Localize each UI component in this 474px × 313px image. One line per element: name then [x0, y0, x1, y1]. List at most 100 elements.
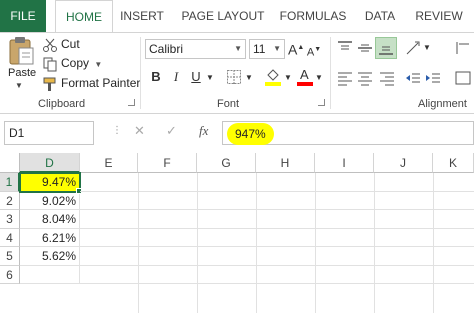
paste-icon[interactable] [8, 36, 36, 66]
borders-button[interactable] [226, 69, 242, 85]
row-header-4[interactable]: 4 [0, 229, 20, 247]
row-header-3[interactable]: 3 [0, 210, 20, 229]
cancel-entry-button[interactable]: ✕ [134, 123, 145, 139]
italic-button[interactable]: I [168, 68, 184, 86]
font-color-button[interactable]: A [296, 66, 314, 86]
column-header-d[interactable]: D [20, 153, 80, 173]
cut-label: Cut [61, 37, 80, 51]
confirm-entry-button[interactable]: ✓ [166, 123, 177, 139]
shrink-font-button[interactable]: A▼ [306, 41, 322, 59]
align-left-button[interactable] [336, 69, 354, 87]
tab-home[interactable]: HOME [55, 0, 113, 33]
brush-icon [42, 76, 58, 92]
increase-indent-button[interactable] [424, 69, 442, 87]
tab-data[interactable]: DATA [358, 0, 402, 32]
borders-dropdown-arrow-icon[interactable]: ▼ [244, 69, 254, 87]
cell-d4[interactable]: 6.21% [20, 229, 80, 247]
formula-bar-grip-icon[interactable]: ⋮ [112, 125, 122, 136]
fill-color-button[interactable] [264, 66, 282, 86]
insert-function-button[interactable]: fx [199, 123, 208, 139]
font-group-label: Font [217, 98, 240, 110]
font-name-value: Calibri [149, 42, 184, 56]
font-name-select[interactable]: Calibri ▼ [145, 39, 246, 59]
column-header-f[interactable]: F [138, 153, 197, 173]
cell-d6[interactable] [20, 266, 80, 284]
column-header-i[interactable]: I [315, 153, 374, 173]
chevron-down-icon: ▼ [234, 44, 242, 53]
column-header-h[interactable]: H [256, 153, 315, 173]
ribbon-tab-bar: FILE HOME INSERT PAGE LAYOUT FORMULAS DA… [0, 0, 474, 33]
underline-button[interactable]: U [188, 68, 204, 86]
wrap-text-button[interactable] [454, 39, 472, 57]
formula-bar: D1 ⋮ ✕ ✓ fx 947% [0, 117, 474, 149]
merge-center-icon [455, 71, 471, 85]
clipboard-group-label: Clipboard [38, 98, 86, 110]
top-align-button[interactable] [336, 39, 354, 57]
formula-input[interactable]: 947% [222, 121, 474, 145]
font-color-icon: A [297, 67, 313, 86]
wrap-text-icon [456, 42, 469, 54]
middle-align-icon [358, 44, 372, 52]
tab-review[interactable]: REVIEW [410, 0, 468, 32]
ribbon-group-divider [140, 37, 141, 109]
font-size-select[interactable]: 11 ▼ [249, 39, 285, 59]
worksheet-grid: D E F G H I J K 1 2 3 4 5 6 9.47% 9.02% … [0, 153, 474, 313]
cell-d1[interactable]: 9.47% [19, 172, 81, 193]
cut-button[interactable]: Cut [42, 35, 80, 53]
ribbon-group-divider [330, 37, 331, 109]
name-box[interactable]: D1 [4, 121, 94, 145]
bottom-align-icon [379, 46, 393, 55]
column-header-g[interactable]: G [197, 153, 256, 173]
column-header-k[interactable]: K [433, 153, 474, 173]
cell-d2[interactable]: 9.02% [20, 192, 80, 210]
fill-color-dropdown-arrow-icon[interactable]: ▼ [283, 69, 293, 87]
row-header-5[interactable]: 5 [0, 247, 20, 266]
bold-button[interactable]: B [148, 68, 164, 86]
paste-button[interactable]: Paste [8, 67, 36, 79]
grow-font-button[interactable]: A▲ [288, 39, 304, 58]
font-dialog-launcher-icon[interactable] [318, 99, 325, 106]
orientation-icon [406, 41, 420, 55]
select-all-corner[interactable] [0, 153, 20, 173]
tab-insert[interactable]: INSERT [117, 0, 167, 32]
tab-file[interactable]: FILE [0, 0, 46, 32]
underline-dropdown-arrow-icon[interactable]: ▼ [205, 69, 215, 87]
align-center-button[interactable] [356, 69, 374, 87]
decrease-indent-button[interactable] [404, 69, 422, 87]
formula-value: 947% [227, 123, 274, 145]
cell-d3[interactable]: 8.04% [20, 210, 80, 229]
paste-dropdown-arrow-icon[interactable]: ▼ [15, 81, 23, 90]
alignment-group-label: Alignment [418, 98, 467, 110]
orientation-button[interactable] [404, 39, 422, 57]
merge-center-button[interactable] [454, 69, 472, 87]
font-color-dropdown-arrow-icon[interactable]: ▼ [314, 69, 324, 87]
fill-bucket-icon [265, 69, 281, 86]
decrease-indent-icon [406, 73, 420, 83]
orientation-dropdown-arrow-icon[interactable]: ▼ [422, 39, 432, 57]
bottom-align-button[interactable] [375, 37, 397, 59]
copy-dropdown-arrow-icon[interactable]: ▼ [94, 60, 102, 69]
align-left-icon [338, 72, 352, 86]
row-header-6[interactable]: 6 [0, 266, 20, 284]
column-header-j[interactable]: J [374, 153, 433, 173]
align-right-button[interactable] [378, 69, 396, 87]
empty-cells-area[interactable] [80, 173, 474, 313]
row-header-1[interactable]: 1 [0, 173, 20, 192]
font-size-value: 11 [253, 42, 266, 56]
increase-indent-icon [426, 73, 440, 83]
cell-d5[interactable]: 5.62% [20, 247, 80, 266]
tab-page-layout[interactable]: PAGE LAYOUT [178, 0, 268, 32]
copy-icon [42, 56, 58, 72]
copy-label: Copy [61, 56, 90, 70]
format-painter-button[interactable]: Format Painter [42, 74, 140, 92]
middle-align-button[interactable] [356, 39, 374, 57]
row-header-2[interactable]: 2 [0, 192, 20, 210]
top-align-icon [338, 41, 352, 50]
scissors-icon [42, 37, 58, 53]
clipboard-dialog-launcher-icon[interactable] [128, 99, 135, 106]
svg-text:A: A [300, 67, 309, 82]
align-right-icon [380, 72, 394, 86]
copy-button[interactable]: Copy ▼ [42, 54, 102, 72]
column-header-e[interactable]: E [80, 153, 138, 173]
tab-formulas[interactable]: FORMULAS [276, 0, 350, 32]
